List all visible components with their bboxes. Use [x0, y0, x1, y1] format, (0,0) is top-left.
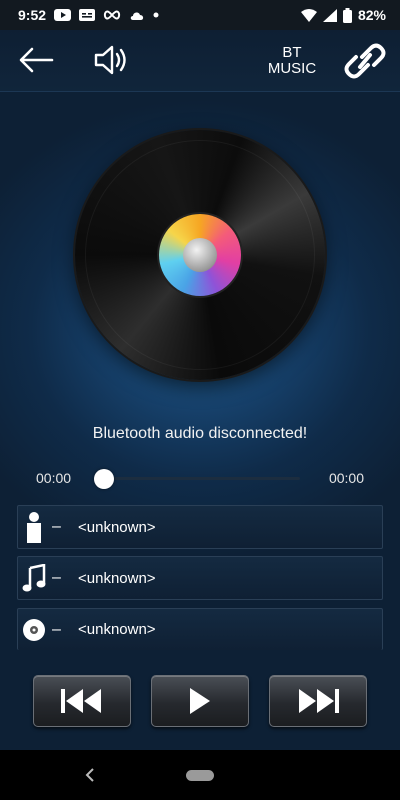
infinity-icon — [103, 10, 121, 20]
artist-separator: – — [52, 518, 61, 535]
person-icon — [20, 507, 48, 547]
seek-bar-thumb[interactable] — [94, 469, 114, 489]
chevron-left-icon — [85, 768, 94, 782]
disc-icon — [20, 610, 48, 650]
skip-previous-icon — [61, 689, 101, 713]
total-time: 00:00 — [328, 470, 364, 486]
caption-icon — [79, 9, 96, 21]
youtube-icon — [54, 9, 72, 21]
dot-icon — [153, 12, 159, 18]
title-separator: – — [52, 569, 61, 586]
system-nav-bar — [0, 750, 400, 800]
source-bt-music-button[interactable]: BT MUSIC — [262, 42, 322, 80]
status-right: 82% — [300, 7, 386, 23]
system-status-bar: 9:52 82% — [0, 0, 400, 30]
speaker-icon — [94, 45, 126, 75]
play-icon — [190, 688, 210, 714]
volume-button[interactable] — [90, 40, 136, 80]
battery-icon — [342, 7, 352, 23]
play-button[interactable] — [151, 675, 249, 727]
vinyl-record — [75, 130, 325, 380]
wifi-icon — [300, 8, 317, 22]
arrow-left-icon — [19, 47, 54, 73]
artist-row: – <unknown> — [17, 505, 383, 549]
track-title: <unknown> — [78, 569, 156, 587]
elapsed-time: 00:00 — [36, 470, 72, 486]
nav-back-button[interactable] — [80, 764, 100, 786]
artist-name: <unknown> — [78, 518, 156, 536]
next-track-button[interactable] — [269, 675, 367, 727]
source-label-line1: BT — [282, 44, 302, 61]
connection-status-message: Bluetooth audio disconnected! — [92, 425, 308, 442]
album-name: <unknown> — [78, 621, 156, 638]
previous-track-button[interactable] — [33, 675, 131, 727]
source-label-line2: MUSIC — [267, 60, 317, 77]
chain-link-icon — [344, 43, 386, 79]
record-label — [159, 214, 241, 296]
skip-next-icon — [299, 689, 339, 713]
bt-music-app: BT MUSIC Bluetooth audio disconnected! 0… — [0, 30, 400, 750]
signal-icon — [322, 8, 337, 22]
album-separator: – — [52, 620, 61, 638]
album-row: – <unknown> — [17, 608, 383, 650]
bluetooth-connect-button[interactable] — [340, 38, 390, 84]
status-time: 9:52 — [18, 7, 47, 23]
battery-percent: 82% — [357, 7, 386, 23]
album-art-disc — [75, 130, 325, 380]
back-button[interactable] — [14, 40, 58, 80]
app-toolbar: BT MUSIC — [0, 30, 400, 92]
nav-home-pill[interactable] — [186, 770, 214, 781]
title-row: – <unknown> — [17, 556, 383, 600]
seek-bar-row: 00:00 00:00 — [0, 466, 400, 490]
music-note-icon — [20, 558, 48, 598]
seek-bar[interactable] — [94, 469, 300, 489]
cloud-icon — [129, 10, 145, 21]
status-left: 9:52 — [18, 7, 159, 23]
playback-controls — [0, 675, 400, 727]
